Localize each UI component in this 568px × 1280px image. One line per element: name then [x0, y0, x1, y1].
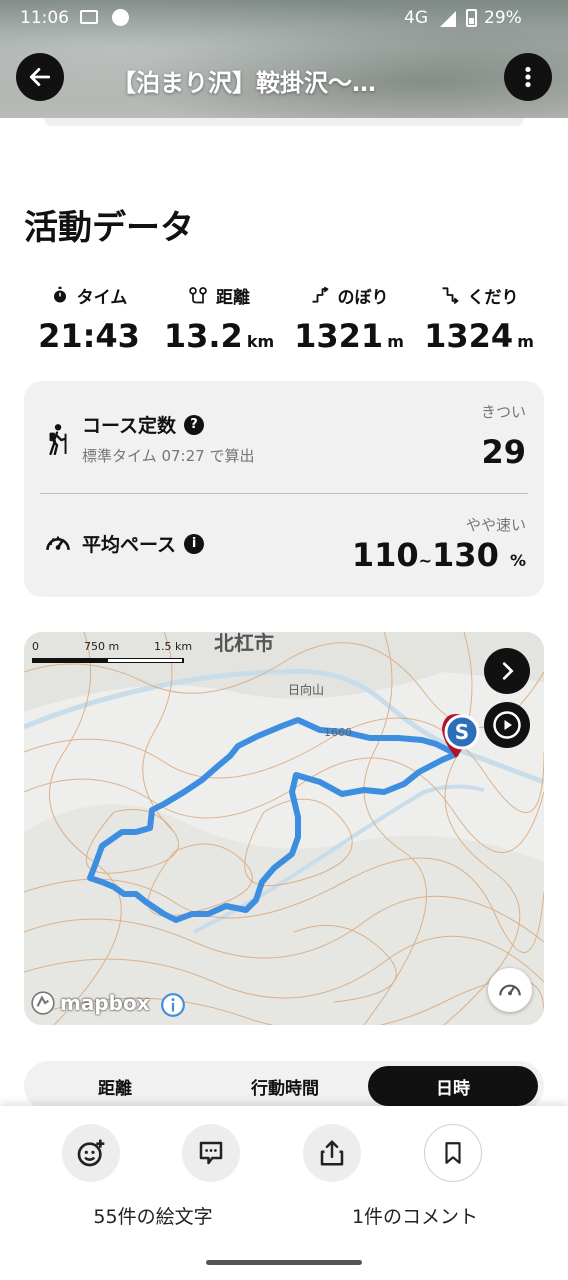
course-pace-card: コース定数 ? 標準タイム 07:27 で算出 きつい 29 平均ペース i や…	[24, 381, 544, 597]
help-icon[interactable]: ?	[184, 414, 205, 435]
stat-time: タイム 21:43	[24, 283, 154, 355]
course-constant-row[interactable]: コース定数 ? 標準タイム 07:27 で算出 きつい 29	[24, 381, 544, 493]
pace-unit: %	[509, 551, 526, 570]
network-type: 4G	[404, 8, 428, 28]
stat-time-value: 21:43	[38, 317, 140, 355]
average-pace-row[interactable]: 平均ペース i やや速い 110~130 %	[24, 494, 544, 597]
scale-label-1: 750 m	[84, 640, 120, 653]
pace-tag: やや速い	[465, 516, 526, 534]
stat-descent-unit: m	[517, 332, 534, 351]
stat-distance-value: 13.2	[163, 317, 243, 355]
speedometer-icon	[499, 984, 521, 996]
stats-row: タイム 21:43 距離 13.2 km のぼり 1321 m くだり 1324…	[24, 283, 544, 363]
chart-axis-segment: 距離 行動時間 日時	[24, 1061, 544, 1111]
status-time: 11:06	[20, 8, 69, 28]
battery-percent: 29%	[484, 8, 522, 28]
map-label-city: 北杠市	[214, 632, 274, 655]
mapbox-logo: mapbox	[30, 990, 150, 1016]
chevron-right-icon	[502, 662, 514, 680]
course-standard-time: 標準タイム 07:27 で算出	[82, 447, 255, 465]
map-info-icon[interactable]	[160, 992, 186, 1018]
pace-min: 110	[351, 536, 419, 574]
more-options-button[interactable]	[504, 53, 552, 101]
scale-label-2: 1.5 km	[154, 640, 193, 653]
emoji-add-icon	[77, 1139, 105, 1167]
stat-ascent: のぼり 1321 m	[284, 283, 414, 355]
comment-count-label[interactable]: 1件のコメント	[324, 1202, 506, 1229]
stat-descent-label: くだり	[467, 287, 519, 308]
map-label-peak: 日向山	[288, 682, 324, 697]
ascent-icon	[312, 286, 328, 303]
stat-ascent-label: のぼり	[337, 287, 389, 308]
course-constant-title-wrap: コース定数 ?	[82, 411, 205, 438]
scale-label-0: 0	[32, 640, 39, 653]
battery-icon	[466, 9, 477, 27]
add-emoji-button[interactable]	[62, 1124, 120, 1182]
play-icon	[493, 711, 521, 739]
stat-descent-value: 1324	[424, 317, 514, 355]
share-button[interactable]	[303, 1124, 361, 1182]
descent-icon	[442, 287, 458, 305]
info-icon[interactable]: i	[184, 533, 205, 554]
pace-separator: ~	[418, 551, 433, 570]
stopwatch-icon	[53, 286, 66, 303]
hiker-icon	[49, 424, 67, 455]
arrow-left-icon	[29, 68, 51, 86]
segment-moving-time[interactable]: 行動時間	[200, 1066, 370, 1106]
section-title: 活動データ	[24, 208, 194, 248]
map-next-button[interactable]	[484, 648, 530, 694]
signal-icon	[440, 11, 456, 27]
status-bar: 11:06 4G 29%	[0, 0, 568, 38]
map-speed-button[interactable]	[488, 968, 532, 1012]
share-icon	[320, 1140, 344, 1166]
home-indicator[interactable]	[206, 1260, 362, 1265]
gauge-icon	[46, 536, 70, 550]
stat-descent: くだり 1324 m	[414, 283, 544, 355]
comment-icon	[199, 1141, 223, 1165]
app-notification-icon	[112, 9, 129, 26]
distance-icon	[189, 287, 207, 304]
start-marker-label: S	[455, 720, 469, 744]
mapbox-attribution: mapbox	[60, 991, 150, 1015]
stat-distance: 距離 13.2 km	[154, 283, 284, 355]
stat-distance-label: 距離	[216, 287, 250, 308]
emoji-count-label[interactable]: 55件の絵文字	[62, 1202, 244, 1229]
stat-ascent-unit: m	[387, 332, 404, 351]
route-map[interactable]: 北杠市 日向山 1660 S 0 750 m 1.5 km mapbox	[24, 632, 544, 1025]
course-constant-value: 29	[481, 433, 526, 471]
stat-time-label: タイム	[76, 287, 128, 308]
page-title: 【泊まり沢】鞍掛沢〜…	[112, 69, 376, 97]
stat-distance-unit: km	[246, 332, 275, 351]
map-label-elevation: 1660	[324, 726, 352, 739]
back-button[interactable]	[16, 53, 64, 101]
course-difficulty-tag: きつい	[480, 403, 526, 421]
pace-max: 130	[432, 536, 499, 574]
bookmark-icon	[445, 1142, 461, 1164]
map-canvas: 北杠市 日向山 1660 S	[24, 632, 544, 1025]
pace-range: 110~130 %	[352, 536, 526, 574]
average-pace-title: 平均ペース	[82, 534, 177, 556]
segment-distance[interactable]: 距離	[30, 1066, 200, 1106]
segment-datetime[interactable]: 日時	[368, 1066, 538, 1106]
notification-icon	[80, 10, 98, 24]
activity-header: 11:06 4G 29% 【泊まり沢】鞍掛沢〜…	[0, 0, 568, 118]
stat-ascent-value: 1321	[294, 317, 384, 355]
more-vertical-icon	[525, 66, 531, 88]
bookmark-button[interactable]	[424, 1124, 482, 1182]
collapsed-card-edge	[44, 118, 524, 126]
course-constant-title: コース定数	[82, 415, 177, 437]
average-pace-title-wrap: 平均ペース i	[82, 530, 205, 557]
map-play-button[interactable]	[484, 702, 530, 748]
comment-button[interactable]	[182, 1124, 240, 1182]
mapbox-logo-icon	[31, 991, 55, 1015]
